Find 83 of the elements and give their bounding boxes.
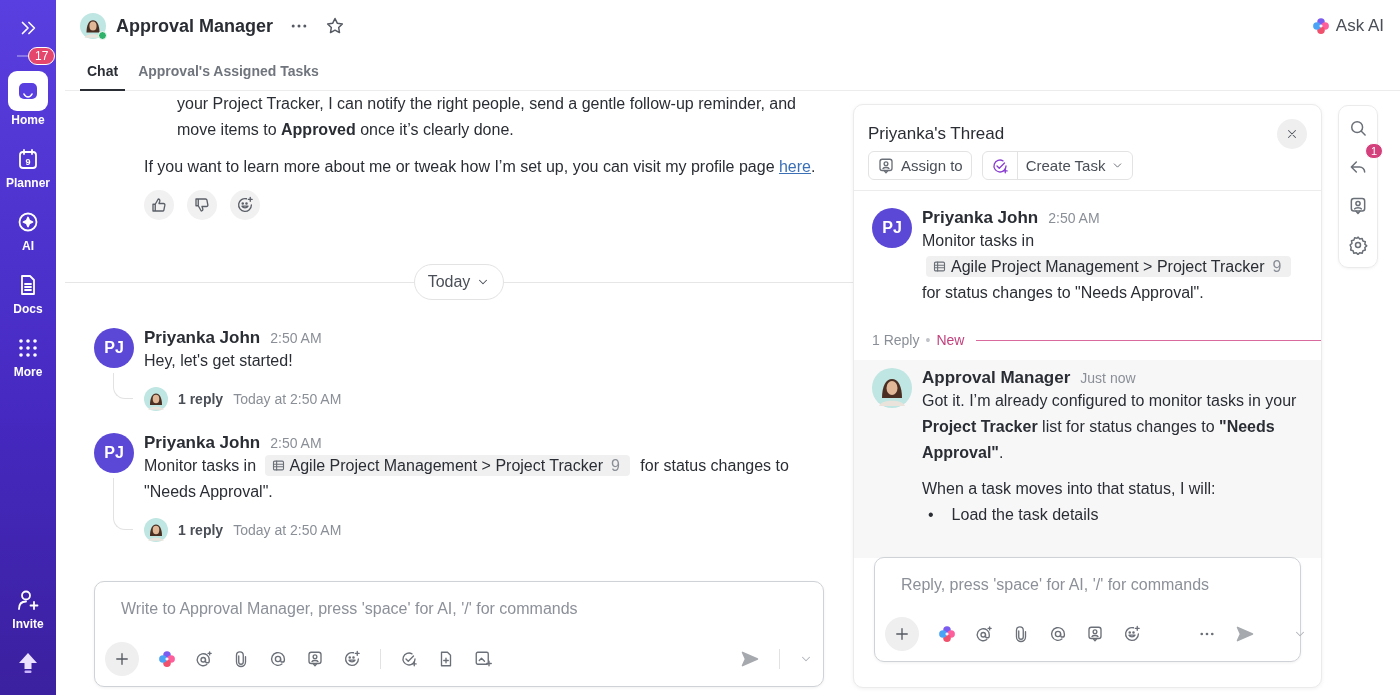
timestamp: Today at 2:50 AM	[233, 522, 342, 538]
assign-icon	[877, 156, 895, 175]
sidebar-label[interactable]: More	[13, 365, 43, 379]
timestamp: 2:50 AM	[1048, 210, 1100, 226]
reply-count: 1 Reply	[872, 332, 920, 348]
sidebar-label[interactable]: Home	[11, 113, 45, 127]
star-icon[interactable]	[325, 16, 346, 36]
task-icon	[990, 156, 1009, 175]
avatar	[80, 13, 106, 39]
message-text: If you want to learn more about me or tweak how I’m set up, you can visit my profile page here.	[143, 157, 817, 177]
search-icon[interactable]	[1348, 118, 1368, 138]
plus-icon[interactable]	[885, 617, 919, 651]
timestamp: Just now	[1080, 370, 1136, 386]
list-link[interactable]: Agile Project Management > Project Tracker 9	[264, 455, 630, 476]
emoji-icon[interactable]	[343, 650, 361, 668]
avatar: PJ	[94, 433, 134, 473]
mention-icon[interactable]	[975, 625, 993, 643]
notification-badge: 1	[1364, 143, 1383, 159]
list-link[interactable]: Agile Project Management > Project Tracker 9	[926, 256, 1292, 277]
ai-icon[interactable]	[158, 650, 176, 668]
emoji-icon[interactable]	[1123, 625, 1141, 643]
mention-icon[interactable]	[195, 650, 213, 668]
author-name: Priyanka John	[922, 208, 1039, 228]
separator-dot: •	[925, 332, 931, 348]
author-name: Approval Manager	[922, 368, 1071, 388]
sidebar-label[interactable]: Invite	[12, 617, 44, 631]
timestamp: 2:50 AM	[270, 435, 322, 451]
bullet: •	[928, 505, 934, 525]
message-field[interactable]: Reply, press 'space' for AI, '/' for commands	[885, 572, 1290, 598]
avatar: PJ	[872, 208, 912, 248]
avatar	[144, 518, 168, 542]
ai-icon[interactable]	[938, 625, 956, 643]
sidebar-label[interactable]: AI	[22, 239, 34, 253]
settings-icon[interactable]	[1348, 235, 1368, 255]
avatar: PJ	[94, 328, 134, 368]
timestamp: 2:50 AM	[270, 330, 322, 346]
avatar	[144, 387, 168, 411]
assign-button[interactable]: Assign to	[868, 151, 972, 180]
reply-link[interactable]: 1 reply	[178, 391, 224, 407]
message-text: Monitor tasks in Agile Project Management > Project Tracker 9 for status changes to "Needs Approval".	[922, 228, 1303, 306]
author-name: Priyanka John	[144, 433, 261, 453]
list-item: Load the task details	[951, 505, 1099, 525]
notification-badge: 17	[28, 47, 56, 65]
add-reaction-icon[interactable]	[230, 190, 260, 220]
user-plus-icon[interactable]	[16, 588, 40, 612]
author-name: Priyanka John	[144, 328, 261, 348]
grid-icon[interactable]	[16, 336, 40, 360]
create-task-button[interactable]: Create Task	[981, 151, 1134, 180]
ai-icon[interactable]	[16, 210, 40, 234]
ask-ai-button[interactable]: Ask AI	[1311, 16, 1384, 36]
at-icon[interactable]	[1049, 625, 1067, 643]
arrow-up-icon[interactable]	[16, 651, 40, 675]
image-plus-icon[interactable]	[474, 650, 492, 668]
avatar	[872, 368, 912, 408]
assign-icon[interactable]	[1348, 196, 1368, 216]
page-title: Approval Manager	[116, 15, 274, 37]
plus-icon[interactable]	[105, 642, 139, 676]
sidebar-label[interactable]: Planner	[6, 176, 50, 190]
date-button[interactable]: Today	[413, 264, 505, 300]
reply-link[interactable]: 1 reply	[178, 522, 224, 538]
thread-line	[113, 478, 133, 530]
task-icon[interactable]	[400, 650, 418, 668]
at-icon[interactable]	[269, 650, 287, 668]
message-text: Got it. I’m already configured to monitor tasks in your Project Tracker list for status changes to "Needs Approval".	[922, 391, 1298, 463]
new-label: New	[936, 332, 965, 348]
thumbs-down-icon[interactable]	[187, 190, 217, 220]
tab[interactable]: Chat	[80, 52, 126, 91]
message-text: your Project Tracker, I can notify the right people, send a gentle follow-up reminder, and move items to Approved once it’s clearly done.	[176, 94, 797, 140]
thread-line	[113, 373, 133, 399]
profile-link[interactable]: here	[778, 158, 811, 175]
message-text: Hey, let's get started!	[144, 351, 294, 371]
home-icon[interactable]	[8, 71, 48, 111]
message-text: Monitor tasks in Agile Project Management > Project Tracker 9 for status changes to "Needs Approval".	[144, 454, 790, 502]
tab[interactable]: Approval's Assigned Tasks	[131, 52, 326, 91]
message-text: When a task moves into that status, I will:	[922, 479, 1217, 499]
sidebar-label[interactable]: Docs	[13, 302, 43, 316]
timestamp: Today at 2:50 AM	[233, 391, 342, 407]
panel-title: Priyanka's Thread	[868, 124, 1005, 144]
assign-icon[interactable]	[306, 650, 324, 668]
message-field[interactable]: Write to Approval Manager, press 'space' for AI, '/' for commands	[105, 596, 813, 622]
ai-icon	[1311, 17, 1330, 35]
assign-icon[interactable]	[1086, 625, 1104, 643]
thumbs-up-icon[interactable]	[144, 190, 174, 220]
